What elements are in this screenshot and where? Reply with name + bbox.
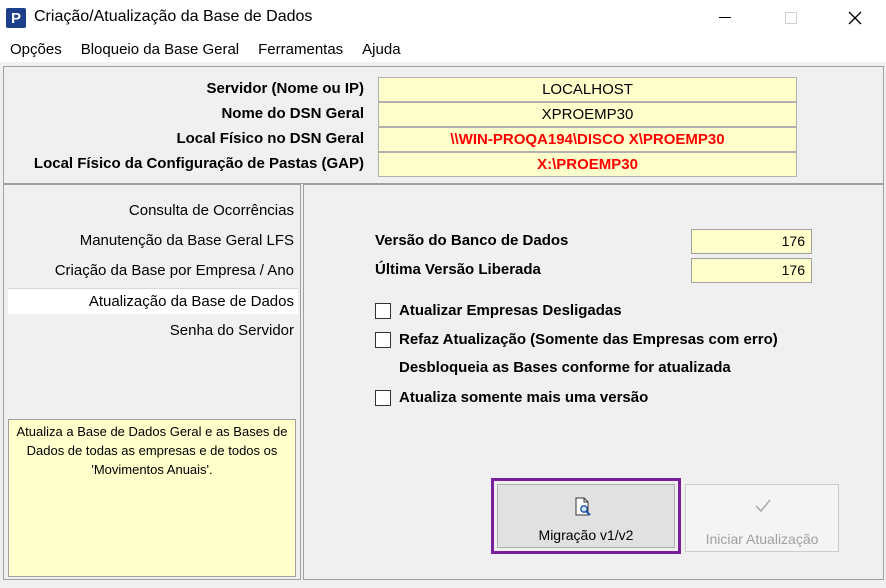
- nav-item-criacao[interactable]: Criação da Base por Empresa / Ano: [55, 262, 294, 279]
- info-row-dsn: Nome do DSN Geral XPROEMP30: [4, 102, 882, 127]
- description-box: Atualiza a Base de Dados Geral e as Base…: [8, 419, 296, 577]
- window-title: Criação/Atualização da Base de Dados: [34, 8, 313, 25]
- nav-panel: Consulta de Ocorrências Manutenção da Ba…: [3, 184, 301, 580]
- maximize-icon: [785, 12, 797, 24]
- info-row-local-dsn: Local Físico no DSN Geral \\WIN-PROQA194…: [4, 127, 882, 152]
- close-button[interactable]: [832, 0, 878, 36]
- migracao-button[interactable]: Migração v1/v2: [497, 484, 675, 548]
- nav-item-consulta[interactable]: Consulta de Ocorrências: [129, 202, 294, 219]
- checkbox-refaz-atualizacao[interactable]: [375, 332, 391, 348]
- checkmark-icon: [755, 499, 771, 513]
- db-version-label: Versão do Banco de Dados: [375, 232, 569, 249]
- info-row-gap: Local Físico da Configuração de Pastas (…: [4, 152, 882, 177]
- checkbox-empresas-desligadas-label[interactable]: Atualizar Empresas Desligadas: [399, 302, 622, 319]
- checkbox-mais-uma-versao[interactable]: [375, 390, 391, 406]
- minimize-button[interactable]: [702, 0, 748, 36]
- title-bar: P Criação/Atualização da Base de Dados: [0, 0, 886, 36]
- local-dsn-value: \\WIN-PROQA194\DISCO X\PROEMP30: [378, 127, 797, 152]
- menu-bloqueio[interactable]: Bloqueio da Base Geral: [81, 41, 239, 58]
- document-search-icon: [575, 497, 591, 516]
- minimize-icon: [719, 17, 731, 18]
- nav-item-atualizacao[interactable]: Atualização da Base de Dados: [89, 293, 294, 310]
- refaz-atualizacao-note: Desbloqueia as Bases conforme for atuali…: [399, 359, 731, 376]
- iniciar-atualizacao-label: Iniciar Atualização: [705, 531, 819, 547]
- gap-label: Local Físico da Configuração de Pastas (…: [33, 155, 364, 172]
- maximize-button: [768, 0, 814, 36]
- menu-opcoes[interactable]: Opções: [10, 41, 62, 58]
- servidor-label: Servidor (Nome ou IP): [206, 80, 364, 97]
- gap-value: X:\PROEMP30: [378, 152, 797, 177]
- dsn-label: Nome do DSN Geral: [221, 105, 364, 122]
- dsn-value: XPROEMP30: [378, 102, 797, 127]
- app-logo-icon: P: [6, 8, 26, 28]
- server-info-panel: Servidor (Nome ou IP) LOCALHOST Nome do …: [3, 66, 884, 184]
- menu-ferramentas[interactable]: Ferramentas: [258, 41, 343, 58]
- nav-item-senha[interactable]: Senha do Servidor: [170, 322, 294, 339]
- iniciar-atualizacao-button[interactable]: Iniciar Atualização: [685, 484, 839, 552]
- local-dsn-label: Local Físico no DSN Geral: [176, 130, 364, 147]
- menu-ajuda[interactable]: Ajuda: [362, 41, 400, 58]
- checkbox-refaz-atualizacao-label[interactable]: Refaz Atualização (Somente das Empresas …: [399, 331, 778, 348]
- released-version-field: 176: [691, 258, 812, 283]
- info-row-servidor: Servidor (Nome ou IP) LOCALHOST: [4, 77, 882, 102]
- menu-bar: Opções Bloqueio da Base Geral Ferramenta…: [0, 36, 886, 62]
- checkbox-mais-uma-versao-label[interactable]: Atualiza somente mais uma versão: [399, 389, 648, 406]
- released-version-label: Última Versão Liberada: [375, 261, 541, 278]
- checkbox-empresas-desligadas[interactable]: [375, 303, 391, 319]
- update-panel: Versão do Banco de Dados 176 Última Vers…: [303, 184, 884, 580]
- db-version-field: 176: [691, 229, 812, 254]
- close-icon: [848, 11, 862, 25]
- nav-item-manutencao[interactable]: Manutenção da Base Geral LFS: [80, 232, 294, 249]
- migracao-button-highlight: Migração v1/v2: [491, 478, 681, 554]
- migracao-button-label: Migração v1/v2: [538, 527, 634, 543]
- servidor-value: LOCALHOST: [378, 77, 797, 102]
